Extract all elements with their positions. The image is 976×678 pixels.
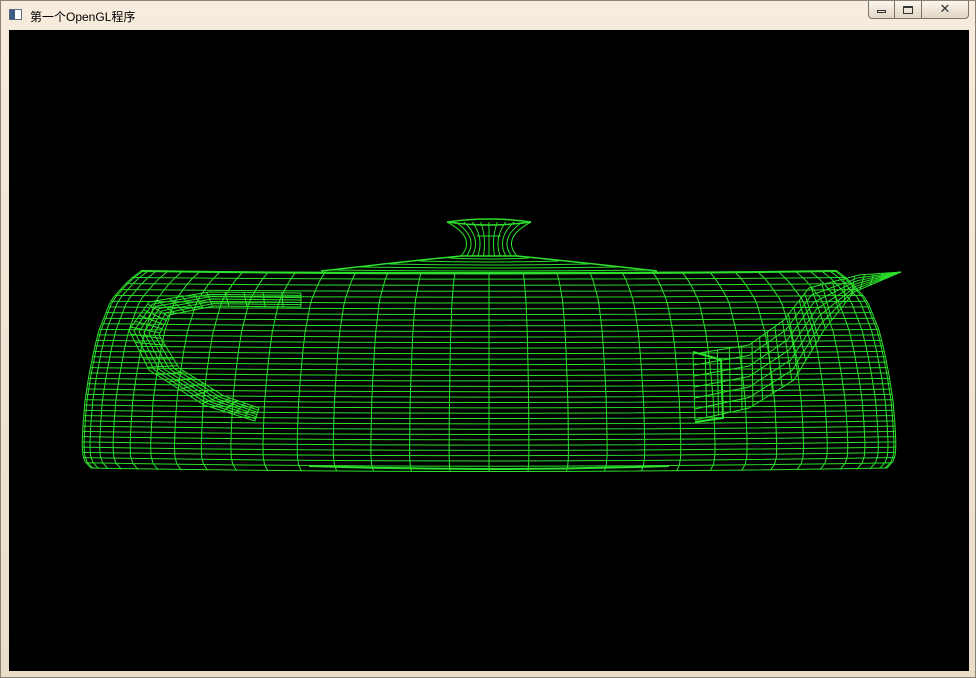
teapot-spout-rib <box>729 348 731 413</box>
teapot-body-meridian <box>409 272 422 472</box>
teapot-knob-line <box>471 221 481 257</box>
teapot-lid-dome <box>320 255 658 272</box>
close-icon: ✕ <box>939 2 951 17</box>
teapot-knob-line <box>480 221 486 257</box>
teapot-knob-line <box>446 221 468 257</box>
teapot-lid-ring <box>328 269 650 272</box>
teapot-wireframe <box>81 218 902 472</box>
minimize-button[interactable] <box>868 1 895 19</box>
teapot-body-meridian <box>589 272 608 472</box>
teapot-handle-rail <box>158 305 302 409</box>
teapot-lid-ring <box>418 260 560 263</box>
app-window: 第一个OpenGL程序 ✕ <box>0 0 976 678</box>
teapot-body-meridian <box>556 272 569 472</box>
maximize-icon <box>903 5 913 14</box>
teapot-body-meridian <box>89 270 149 470</box>
teapot-body-meridian <box>448 272 456 472</box>
teapot-lid-ring <box>388 263 590 266</box>
teapot-knob-line <box>510 221 532 257</box>
teapot-lid-ring <box>358 266 620 269</box>
window-app-icon[interactable] <box>9 9 22 20</box>
teapot-body-meridian <box>522 272 530 472</box>
teapot-handle-rib <box>130 333 162 339</box>
teapot-body-meridian <box>370 272 389 472</box>
teapot-body-meridian <box>829 270 889 470</box>
teapot-lid-ring <box>448 257 530 260</box>
close-button[interactable]: ✕ <box>922 1 969 19</box>
window-title: 第一个OpenGL程序 <box>30 10 136 24</box>
title-bar[interactable]: 第一个OpenGL程序 ✕ <box>1 1 975 29</box>
teapot-handle-rail <box>138 296 302 418</box>
teapot-body-meridian <box>81 270 142 469</box>
minimize-icon <box>877 10 886 13</box>
teapot-knob-line <box>497 221 507 257</box>
maximize-button[interactable] <box>895 1 922 19</box>
teapot-knob-line <box>492 221 498 257</box>
teapot-body-meridian <box>836 270 897 469</box>
opengl-canvas[interactable] <box>9 30 969 671</box>
caption-buttons: ✕ <box>868 1 969 20</box>
